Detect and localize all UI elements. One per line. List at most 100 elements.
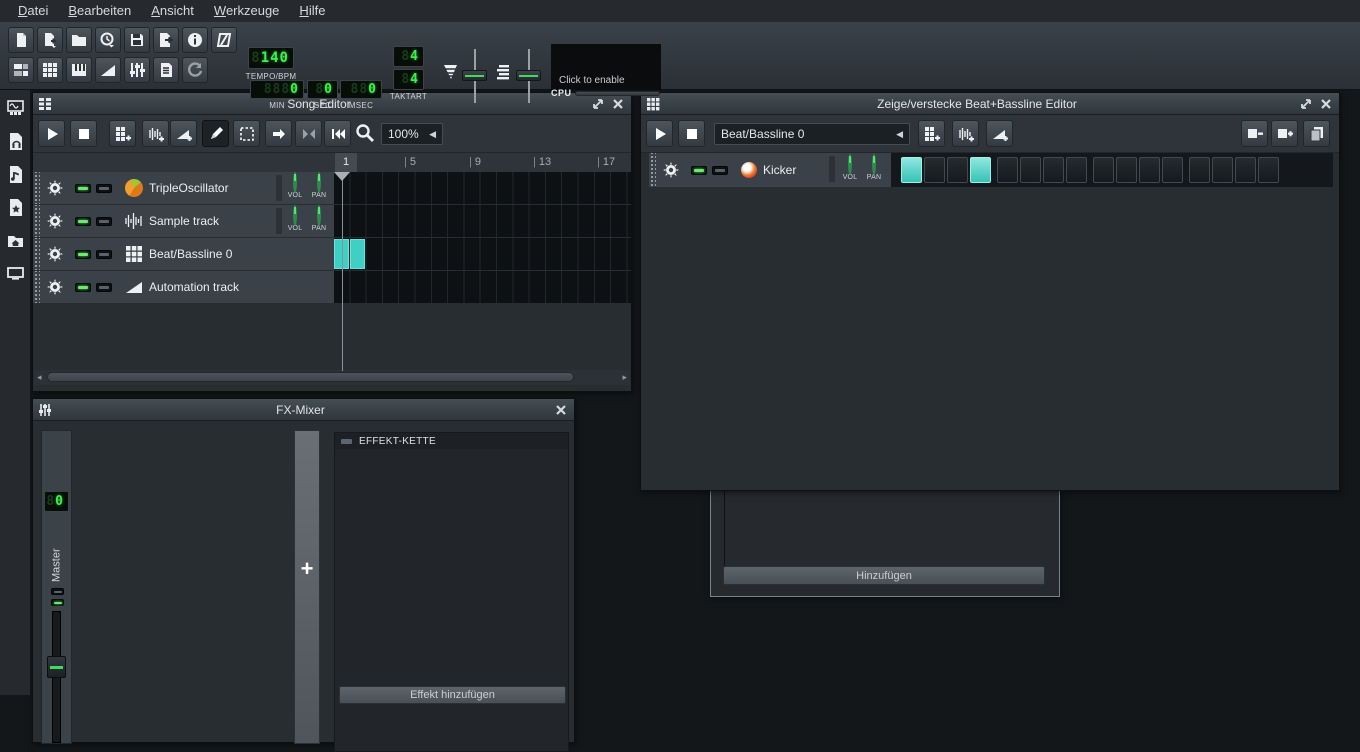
step-cell-6[interactable] [1020, 157, 1041, 183]
step-cell-1[interactable] [901, 157, 922, 183]
tempo-display[interactable]: 8140 [248, 47, 294, 69]
track-timeline-cells[interactable] [334, 172, 631, 204]
menu-hilfe[interactable]: Hilfe [289, 0, 335, 22]
track-volume-knob[interactable]: VOL [839, 156, 861, 181]
menu-bearbeiten[interactable]: Bearbeiten [58, 0, 141, 22]
step-cell-9[interactable] [1093, 157, 1114, 183]
next-pattern-button[interactable] [265, 120, 292, 147]
step-cell-12[interactable] [1162, 157, 1183, 183]
sidebar-favorites-tab[interactable] [7, 199, 24, 216]
toggle-song-editor-button[interactable] [8, 57, 34, 83]
sidebar-computer-tab[interactable] [7, 265, 24, 282]
master-pitch-slider[interactable] [516, 49, 541, 103]
play-button[interactable] [38, 120, 65, 147]
menu-datei[interactable]: Datei [8, 0, 58, 22]
step-cell-5[interactable] [997, 157, 1018, 183]
master-fader-handle[interactable] [47, 656, 66, 678]
sidebar-presets-tab[interactable] [7, 166, 24, 183]
new-from-template-button[interactable] [37, 27, 63, 53]
track-grip[interactable] [33, 205, 40, 237]
track-gear-icon[interactable] [44, 177, 66, 199]
sidebar-home-tab[interactable] [7, 232, 24, 249]
save-project-button[interactable] [124, 27, 150, 53]
track-solo-led[interactable] [96, 283, 112, 292]
export-project-button[interactable] [153, 27, 179, 53]
track-name[interactable]: Beat/Bassline 0 [149, 247, 232, 261]
toggle-automation-editor-button[interactable] [95, 57, 121, 83]
track-header[interactable]: Beat/Bassline 0 [33, 238, 334, 270]
add-bb-track-button[interactable] [109, 120, 136, 147]
timesig-denominator-display[interactable]: 84 [393, 69, 424, 90]
track-grip[interactable] [33, 238, 40, 270]
track-mute-led[interactable] [75, 184, 91, 193]
fx-channel-strip[interactable] [829, 156, 835, 182]
edit-mode-button[interactable] [233, 120, 260, 147]
step-cell-16[interactable] [1258, 157, 1279, 183]
track-name[interactable]: Automation track [149, 280, 239, 294]
track-timeline-cells[interactable] [334, 271, 631, 303]
master-channel-label[interactable]: Master [42, 543, 71, 587]
output-visualizer[interactable]: Click to enable [551, 44, 661, 90]
bb-pattern-segment[interactable] [350, 239, 365, 269]
step-cell-11[interactable] [1139, 157, 1160, 183]
toggle-fx-mixer-button[interactable] [124, 57, 150, 83]
track-gear-icon[interactable] [44, 276, 66, 298]
close-button[interactable] [1318, 97, 1334, 111]
playhead-marker[interactable] [334, 172, 350, 181]
close-button[interactable] [610, 97, 626, 111]
sidebar-instruments-tab[interactable] [7, 99, 24, 116]
toggle-bb-editor-button[interactable] [37, 57, 63, 83]
rewind-button[interactable] [324, 120, 351, 147]
volume-knob-icon[interactable] [848, 154, 852, 175]
play-button[interactable] [646, 120, 673, 147]
add-bb-track-button[interactable] [918, 120, 945, 147]
timesig-numerator-display[interactable]: 84 [393, 46, 424, 67]
track-mute-led[interactable] [75, 283, 91, 292]
track-grip[interactable] [33, 271, 40, 303]
channel-mute-led[interactable] [51, 599, 64, 606]
pan-knob-icon[interactable] [872, 154, 876, 175]
step-cell-7[interactable] [1043, 157, 1064, 183]
step-cell-8[interactable] [1066, 157, 1087, 183]
new-project-button[interactable] [8, 27, 34, 53]
scrollbar-thumb[interactable] [47, 372, 574, 382]
step-cell-3[interactable] [947, 157, 968, 183]
effect-chain-header[interactable]: EFFEKT-KETTE [335, 433, 568, 449]
track-gear-icon[interactable] [660, 159, 682, 181]
track-mute-led[interactable] [75, 250, 91, 259]
pattern-selector[interactable]: Beat/Bassline 0 ◀ [714, 123, 910, 145]
track-timeline-cells[interactable] [334, 238, 631, 270]
recent-projects-button[interactable] [95, 27, 121, 53]
bb-track-header[interactable]: Kicker VOL PAN [649, 153, 891, 187]
fx-channel-strip[interactable] [276, 208, 282, 234]
track-pan-knob[interactable]: PAN [308, 207, 330, 232]
track-solo-led[interactable] [96, 184, 112, 193]
add-automation-track-button[interactable] [986, 120, 1013, 147]
sidebar-samples-tab[interactable] [7, 133, 24, 150]
track-solo-led[interactable] [712, 166, 728, 175]
open-project-button[interactable] [66, 27, 92, 53]
track-pan-knob[interactable]: PAN [308, 174, 330, 199]
master-volume-slider[interactable] [462, 49, 487, 103]
channel-solo-led[interactable] [51, 588, 64, 595]
track-gear-icon[interactable] [44, 210, 66, 232]
close-button[interactable] [553, 403, 569, 417]
master-volume-handle[interactable] [462, 70, 487, 81]
track-gear-icon[interactable] [44, 243, 66, 265]
bb-track-name[interactable]: Kicker [763, 163, 796, 177]
controller-rack-button[interactable] [182, 57, 208, 83]
menu-werkzeuge[interactable]: Werkzeuge [204, 0, 290, 22]
pan-knob-icon[interactable] [317, 172, 321, 193]
track-mute-led[interactable] [691, 166, 707, 175]
pause-at-end-button[interactable] [295, 120, 322, 147]
step-cell-10[interactable] [1116, 157, 1137, 183]
step-cell-13[interactable] [1189, 157, 1210, 183]
scroll-right-arrow[interactable]: ▸ [622, 372, 627, 383]
add-automation-track-button[interactable] [170, 120, 197, 147]
track-solo-led[interactable] [96, 250, 112, 259]
track-header[interactable]: TripleOscillator VOL PAN [33, 172, 334, 204]
menu-ansicht[interactable]: Ansicht [141, 0, 204, 22]
track-name[interactable]: Sample track [149, 214, 219, 228]
master-channel-strip[interactable]: 80 Master [41, 430, 72, 744]
song-timeline[interactable]: 1 5 9 13 17 [33, 153, 631, 172]
